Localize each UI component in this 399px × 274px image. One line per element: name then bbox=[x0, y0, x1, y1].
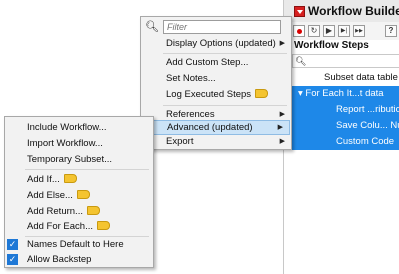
submenu-arrow-icon: ▶ bbox=[279, 138, 285, 145]
checkmark-icon: ✓ bbox=[7, 239, 18, 250]
workflow-search-box[interactable]: 🔍︎ bbox=[292, 54, 399, 68]
workflow-step[interactable]: Report ...ributio bbox=[292, 102, 399, 118]
workflow-title: Workflow Builder bbox=[308, 4, 399, 18]
menu-item-add-else[interactable]: Add Else... bbox=[5, 188, 153, 203]
menu-item-export[interactable]: Export ▶ bbox=[141, 134, 291, 149]
menu-item-add-for-each[interactable]: Add For Each... bbox=[5, 219, 153, 234]
workflow-step[interactable]: Custom Code bbox=[292, 134, 399, 150]
step-button[interactable]: ▶| bbox=[338, 25, 350, 37]
menu-item-add-custom-step[interactable]: Add Custom Step... bbox=[141, 55, 291, 70]
menu-item-log-executed-steps[interactable]: Log Executed Steps bbox=[141, 87, 291, 102]
record-button[interactable] bbox=[293, 25, 305, 37]
filter-input[interactable] bbox=[163, 20, 281, 34]
menu-item-temporary-subset[interactable]: Temporary Subset... bbox=[5, 152, 153, 167]
workflow-steps-title: Workflow Steps bbox=[294, 40, 369, 51]
tag-icon bbox=[255, 88, 269, 98]
submenu-arrow-icon: ▶ bbox=[279, 40, 285, 47]
workflow-toolbar: ↻ ▶ ▶| ▶▶ ? bbox=[284, 22, 399, 40]
tag-icon bbox=[97, 220, 111, 230]
workflow-step[interactable]: ▾ For Each It...t data bbox=[292, 86, 399, 102]
menu-item-add-return[interactable]: Add Return... bbox=[5, 204, 153, 219]
undo-button[interactable]: ↻ bbox=[308, 25, 320, 37]
menu-divider bbox=[163, 105, 287, 106]
play-button[interactable]: ▶ bbox=[323, 25, 335, 37]
menu-divider bbox=[163, 53, 287, 54]
expand-icon[interactable]: ▾ bbox=[292, 88, 305, 99]
menu-item-display-options[interactable]: Display Options (updated) ▶ bbox=[141, 36, 291, 51]
submenu-arrow-icon: ▶ bbox=[277, 124, 283, 131]
advanced-submenu: Include Workflow... Import Workflow... T… bbox=[4, 116, 154, 268]
menu-item-allow-backstep[interactable]: ✓ Allow Backstep bbox=[5, 252, 153, 267]
red-triangle-menu-icon[interactable] bbox=[294, 6, 305, 17]
menu-item-include-workflow[interactable]: Include Workflow... bbox=[5, 120, 153, 135]
context-menu: 🔍︎ Display Options (updated) ▶ Add Custo… bbox=[140, 16, 292, 150]
workflow-title-bar: Workflow Builder bbox=[284, 0, 399, 23]
workflow-step[interactable]: Subset data table bbox=[324, 70, 399, 86]
tag-icon bbox=[63, 173, 77, 183]
skip-button[interactable]: ▶▶ bbox=[353, 25, 365, 37]
menu-item-import-workflow[interactable]: Import Workflow... bbox=[5, 136, 153, 151]
workflow-step[interactable]: Save Colu... Nu bbox=[292, 118, 399, 134]
search-icon: 🔍︎ bbox=[145, 21, 159, 33]
menu-item-advanced[interactable]: Advanced (updated) ▶ bbox=[142, 120, 290, 135]
help-button[interactable]: ? bbox=[385, 25, 397, 37]
tag-icon bbox=[76, 189, 90, 199]
workflow-builder-panel: Workflow Builder ↻ ▶ ▶| ▶▶ ? Workflow St… bbox=[283, 0, 399, 274]
menu-item-add-if[interactable]: Add If... bbox=[5, 172, 153, 187]
menu-divider bbox=[25, 169, 149, 170]
checkmark-icon: ✓ bbox=[7, 254, 18, 265]
menu-item-set-notes[interactable]: Set Notes... bbox=[141, 71, 291, 86]
menu-item-names-default-to-here[interactable]: ✓ Names Default to Here bbox=[5, 237, 153, 252]
tag-icon bbox=[86, 205, 100, 215]
search-icon: 🔍︎ bbox=[295, 56, 307, 66]
